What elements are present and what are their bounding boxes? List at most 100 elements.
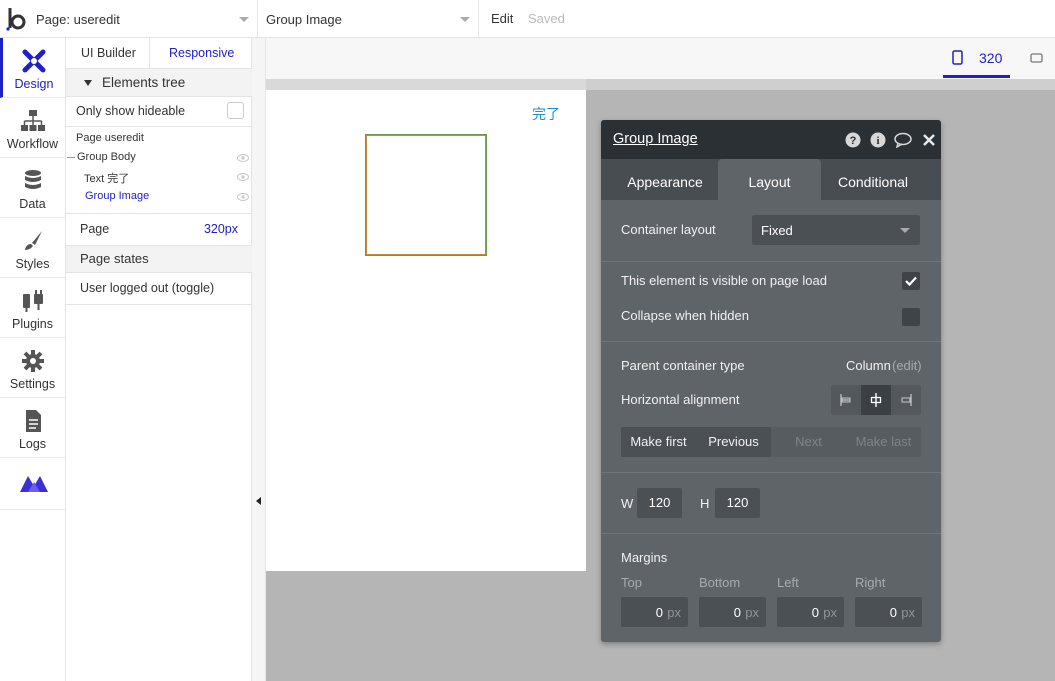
container-layout-value: Fixed (761, 223, 793, 238)
done-text-element[interactable]: 完了 (532, 104, 560, 124)
tab-ui-builder[interactable]: UI Builder (81, 46, 136, 60)
edit-menu[interactable]: Edit (491, 11, 513, 26)
save-status: Saved (528, 11, 565, 26)
canvas-width-label[interactable]: 320 (979, 50, 1002, 66)
align-center-button[interactable] (861, 385, 891, 415)
make-last-button[interactable]: Make last (846, 427, 921, 457)
page-select[interactable]: Page: useredit (28, 0, 258, 38)
nav-settings[interactable]: Settings (0, 338, 65, 398)
height-input[interactable]: 120 (715, 488, 760, 518)
align-right-button[interactable] (891, 385, 921, 415)
align-center-icon (870, 393, 882, 407)
page-canvas[interactable]: 完了 (266, 90, 586, 571)
caret-down-icon (84, 80, 92, 86)
nav-styles-label: Styles (15, 257, 50, 271)
nav-workflow[interactable]: Workflow (0, 98, 65, 158)
horizontal-alignment-label: Horizontal alignment (621, 392, 740, 407)
state-user-logged-out[interactable]: User logged out (toggle) (66, 273, 252, 305)
canvas-toolbar: 320 (266, 38, 1055, 79)
workflow-icon (21, 110, 45, 131)
tree-item-group-body[interactable]: Group Body (77, 151, 136, 163)
nav-logs-label: Logs (18, 437, 47, 451)
visible-on-load-label: This element is visible on page load (621, 273, 827, 288)
next-button[interactable]: Next (771, 427, 846, 457)
margin-right-input[interactable]: 0 px (855, 597, 922, 627)
margin-top-input[interactable]: 0 px (621, 597, 688, 627)
help-icon[interactable]: ? (845, 132, 861, 148)
design-icon (22, 49, 46, 73)
only-show-hideable-checkbox[interactable] (227, 102, 244, 119)
margin-bottom-input[interactable]: 0 px (699, 597, 766, 627)
tab-responsive[interactable]: Responsive (169, 46, 234, 60)
nav-logs[interactable]: Logs (0, 398, 65, 458)
page-width-row[interactable]: Page 320px (66, 214, 252, 246)
divider (601, 341, 941, 342)
tree-item-page[interactable]: Page useredit (76, 132, 144, 144)
order-buttons: Make first Previous Next Make last (621, 427, 921, 457)
collapse-arrow-icon[interactable] (256, 497, 261, 505)
tab-divider (149, 38, 150, 69)
active-width-indicator (943, 75, 1010, 78)
mobile-device-icon[interactable] (952, 50, 963, 65)
element-select[interactable]: Group Image (258, 0, 479, 38)
nav-data[interactable]: Data (0, 158, 65, 218)
gear-icon (22, 350, 44, 372)
margin-left-unit: px (823, 605, 837, 620)
container-layout-select[interactable]: Fixed (752, 215, 920, 245)
make-first-button[interactable]: Make first (621, 427, 696, 457)
margin-bottom-label: Bottom (699, 575, 741, 590)
parent-container-edit-link[interactable]: (edit) (892, 358, 922, 373)
top-bar: Page: useredit Group Image Edit Saved (0, 0, 1055, 38)
nav-plugins[interactable]: Plugins (0, 278, 65, 338)
page-width-label: Page (80, 222, 110, 236)
margin-left-value: 0 (811, 605, 819, 620)
margin-top-label: Top (621, 575, 642, 590)
tab-appearance[interactable]: Appearance (615, 159, 715, 200)
width-label: W (621, 496, 634, 511)
left-nav: Design Workflow Data Styles Plugins Sett… (0, 38, 66, 681)
align-left-button[interactable] (831, 385, 861, 415)
margin-right-value: 0 (889, 605, 897, 620)
nav-workflow-label: Workflow (6, 137, 59, 151)
svg-text:i: i (876, 135, 879, 147)
document-icon (26, 410, 41, 432)
property-editor: Group Image ? i Appearance Layout Condit… (601, 120, 941, 642)
tablet-device-icon[interactable] (1030, 53, 1043, 63)
collapse-when-hidden-checkbox[interactable] (902, 308, 920, 326)
tab-conditional[interactable]: Conditional (825, 159, 921, 200)
tree-item-group-image[interactable]: Group Image (85, 190, 149, 202)
state-user-logged-out-label: User logged out (toggle) (80, 281, 215, 295)
elements-tree-header[interactable]: Elements tree (66, 69, 252, 97)
chevron-down-icon (460, 17, 470, 22)
panel-collapse-strip[interactable] (252, 38, 266, 681)
info-icon[interactable]: i (870, 132, 886, 148)
eye-icon[interactable] (237, 193, 249, 201)
nav-settings-label: Settings (9, 377, 56, 391)
tree-item-text-done[interactable]: Text 完了 (84, 170, 129, 186)
eye-icon[interactable] (237, 173, 249, 181)
width-input[interactable]: 120 (637, 488, 682, 518)
brush-icon (25, 231, 42, 250)
align-right-icon (901, 394, 912, 406)
tab-layout[interactable]: Layout (718, 159, 821, 200)
nav-bubble-brand[interactable] (0, 458, 65, 510)
bubble-logo-icon[interactable] (6, 6, 28, 32)
previous-button[interactable]: Previous (696, 427, 771, 457)
group-image-element[interactable] (365, 134, 487, 256)
margin-top-value: 0 (655, 605, 663, 620)
nav-styles[interactable]: Styles (0, 218, 65, 278)
tree-connector (67, 157, 75, 158)
eye-icon[interactable] (237, 154, 249, 162)
comment-icon[interactable] (894, 132, 912, 148)
editor-header[interactable]: Group Image ? i (601, 120, 941, 159)
editor-title[interactable]: Group Image (613, 131, 698, 147)
container-layout-label: Container layout (621, 222, 716, 237)
close-icon[interactable] (921, 132, 937, 148)
visible-on-load-checkbox[interactable] (902, 272, 920, 290)
height-label: H (700, 496, 710, 511)
margin-bottom-unit: px (745, 605, 759, 620)
nav-design-label: Design (14, 77, 54, 91)
margin-left-input[interactable]: 0 px (777, 597, 844, 627)
nav-design[interactable]: Design (0, 38, 65, 98)
checkmark-icon (905, 276, 917, 287)
